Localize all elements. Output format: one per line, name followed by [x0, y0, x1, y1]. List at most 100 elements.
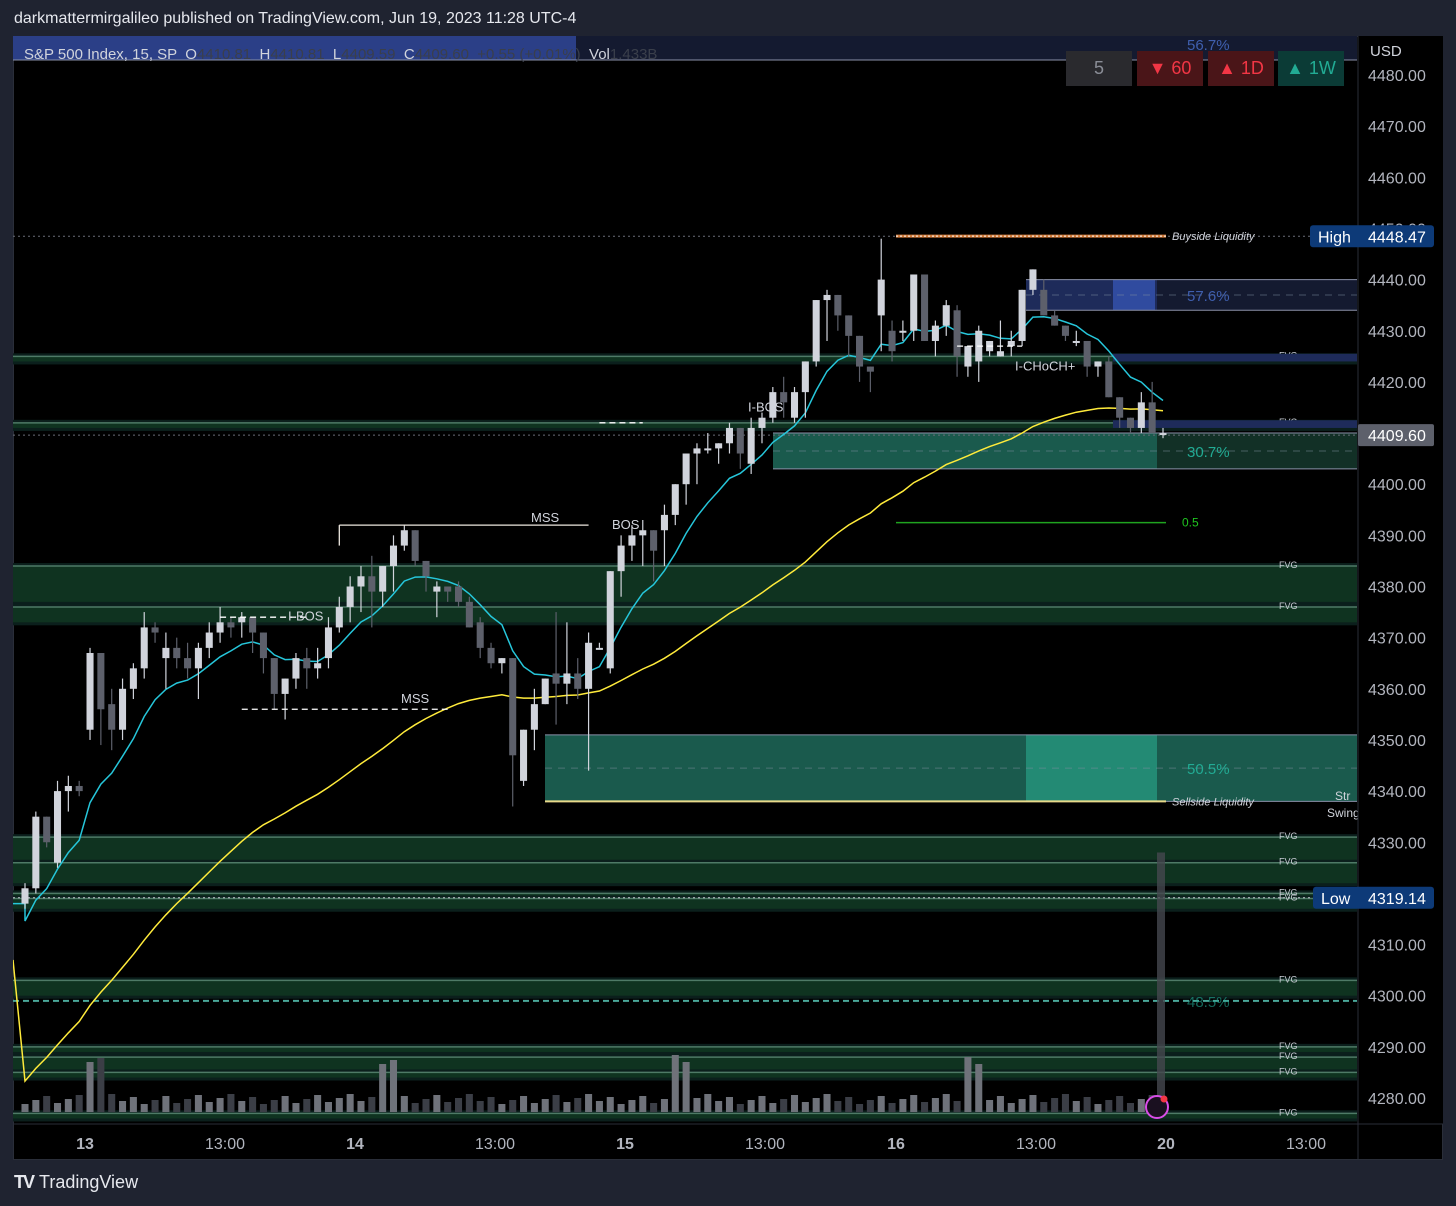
- candle-body: [530, 704, 538, 730]
- candle-body: [411, 530, 419, 561]
- candle-body: [21, 888, 29, 904]
- candle-body: [671, 484, 679, 515]
- volume-bar: [32, 1100, 40, 1112]
- volume-bar: [790, 1095, 799, 1112]
- candle-body: [173, 647, 181, 659]
- price-tick: 4360.00: [1368, 682, 1426, 699]
- candle-body: [422, 560, 430, 577]
- volume-bar: [1040, 1102, 1048, 1112]
- candle-body: [866, 366, 874, 372]
- candle-body: [520, 729, 528, 781]
- volume-bar: [628, 1100, 636, 1112]
- price-tick: 4280.00: [1368, 1091, 1426, 1108]
- volume-bar: [541, 1099, 549, 1112]
- fvg-label: FVG: [1279, 831, 1298, 841]
- volume-bar: [162, 1096, 170, 1112]
- candle-body: [552, 673, 560, 684]
- open-value: 4410.81: [196, 46, 252, 63]
- price-tick: 4350.00: [1368, 733, 1426, 750]
- price-tick: 4420.00: [1368, 375, 1426, 392]
- volume-bar: [281, 1096, 289, 1112]
- candle-body: [563, 673, 571, 684]
- volume-bar: [346, 1094, 354, 1112]
- volume-bar: [259, 1104, 267, 1112]
- price-tick: 4400.00: [1368, 477, 1426, 494]
- volume-bar: [1126, 1103, 1135, 1112]
- volume-bar: [444, 1102, 452, 1112]
- volume-bar: [801, 1102, 809, 1112]
- candle-body: [314, 663, 322, 669]
- candle-body: [1105, 361, 1113, 398]
- volume-bar: [21, 1104, 29, 1112]
- candle-body: [259, 632, 267, 659]
- price-tick: 4390.00: [1368, 528, 1426, 545]
- price-tick: 4370.00: [1368, 631, 1426, 648]
- volume-bar: [476, 1101, 484, 1112]
- volume-bar: [552, 1095, 560, 1112]
- volume-bar: [1051, 1098, 1059, 1112]
- high-badge-label: High: [1318, 229, 1351, 246]
- brand-name: TradingView: [39, 1172, 139, 1192]
- currency-label[interactable]: USD: [1370, 43, 1402, 60]
- volume-bar: [129, 1097, 137, 1112]
- volume-bar: [704, 1094, 712, 1112]
- candle-body: [725, 427, 733, 444]
- time-tick: 13:00: [745, 1136, 785, 1153]
- sellside-liquidity-label: Sellside Liquidity: [1172, 796, 1255, 808]
- time-tick: 20: [1157, 1136, 1175, 1153]
- candle-body: [324, 627, 332, 659]
- candle-body: [184, 658, 192, 669]
- volume-bar: [1094, 1104, 1102, 1112]
- volume-bar: [910, 1095, 918, 1112]
- candle-body: [1159, 433, 1167, 436]
- price-tick: 4440.00: [1368, 273, 1426, 290]
- candle-body: [715, 443, 723, 449]
- candle-body: [379, 566, 387, 592]
- candle-body: [617, 545, 625, 572]
- volume-bar: [921, 1102, 929, 1112]
- candle-body: [32, 816, 40, 889]
- candle-body: [758, 417, 766, 428]
- low-label: L: [332, 46, 342, 63]
- volume-bar: [574, 1098, 582, 1112]
- volume-bar: [1007, 1103, 1015, 1112]
- timeframe-1d[interactable]: ▲ 1D: [1208, 51, 1274, 86]
- candle-body: [845, 315, 853, 336]
- volume-bar: [379, 1064, 387, 1112]
- candle-body: [682, 453, 690, 485]
- price-tick: 4330.00: [1368, 835, 1426, 852]
- volume-bar: [389, 1060, 398, 1112]
- zone-percent-label: 30.7%: [1187, 444, 1230, 461]
- candle-body: [942, 305, 950, 326]
- fvg-zone: [13, 980, 1357, 996]
- volume-label: Vol: [589, 46, 610, 63]
- candle-body: [455, 586, 463, 602]
- fvg-label: FVG: [1279, 560, 1298, 570]
- fvg-zone: [13, 898, 1357, 909]
- volume-bar: [335, 1098, 343, 1112]
- strong-label: Str: [1335, 789, 1350, 803]
- price-chart[interactable]: FVGFVGFVGFVGFVGFVGFVGFVGFVGFVGFVGFVGFVG5…: [13, 36, 1443, 1160]
- timeframe-1w[interactable]: ▲ 1W: [1278, 51, 1344, 86]
- volume-bar: [173, 1103, 181, 1112]
- published-line: darkmattermirgalileo published on Tradin…: [14, 10, 577, 27]
- candle-body: [64, 785, 72, 792]
- low-badge-label: Low: [1321, 891, 1351, 908]
- time-tick: 13:00: [205, 1136, 245, 1153]
- volume-bar: [1083, 1097, 1091, 1112]
- timeframe-60[interactable]: ▼ 60: [1137, 51, 1203, 86]
- timeframe-5[interactable]: 5: [1066, 51, 1132, 86]
- candle-body: [801, 361, 809, 393]
- candle-body: [1126, 417, 1135, 428]
- volume-bar: [64, 1099, 72, 1112]
- price-tick: 4480.00: [1368, 68, 1426, 85]
- volume-bar: [530, 1103, 538, 1112]
- volume-bar: [1137, 1099, 1145, 1112]
- candle-body: [129, 668, 137, 689]
- zone-percent-label: 50.5%: [1187, 761, 1230, 778]
- change-value: +0.55 (+0.01%): [477, 46, 581, 63]
- price-tick: 4300.00: [1368, 989, 1426, 1006]
- tradingview-brand[interactable]: TV TradingView: [14, 1172, 138, 1193]
- time-tick: 16: [887, 1136, 905, 1153]
- candle-body: [1007, 340, 1015, 347]
